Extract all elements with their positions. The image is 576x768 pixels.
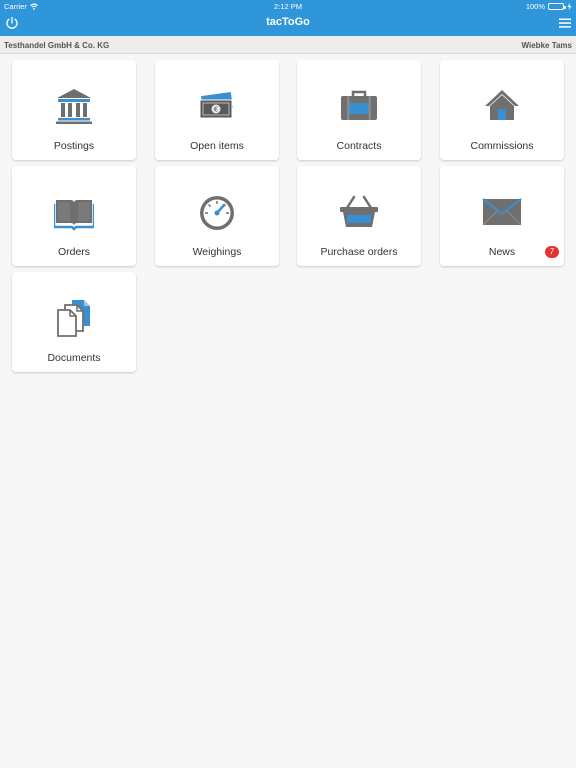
tile-label: Postings [53, 140, 95, 152]
company-name: Testhandel GmbH & Co. KG [4, 41, 110, 50]
tile-purchase-orders[interactable]: Purchase orders [297, 166, 421, 266]
money-icon: € [199, 91, 233, 119]
documents-icon [57, 300, 90, 337]
app-title: tacToGo [266, 16, 310, 28]
svg-text:€: € [214, 106, 218, 114]
status-time: 2:12 PM [274, 2, 302, 11]
tile-label: Contracts [336, 140, 382, 152]
charging-icon [567, 3, 572, 10]
battery-status: 100% [526, 2, 572, 11]
tile-label: Commissions [470, 140, 534, 152]
tile-weighings[interactable]: Weighings [155, 166, 279, 266]
top-bar: Carrier 2:12 PM 100% tacToGo [0, 0, 576, 36]
tile-contracts[interactable]: Contracts [297, 60, 421, 160]
account-bar: Testhandel GmbH & Co. KG Wiebke Tams [0, 36, 576, 54]
tile-commissions[interactable]: Commissions [440, 60, 564, 160]
tile-label: Open items [190, 140, 244, 152]
tile-orders[interactable]: Orders [12, 166, 136, 266]
tile-label: Documents [47, 352, 101, 364]
battery-percent: 100% [525, 2, 545, 11]
briefcase-icon [341, 90, 377, 120]
battery-icon [548, 3, 566, 10]
book-icon [54, 200, 94, 231]
news-count-badge: 7 [545, 246, 559, 258]
tile-label: Orders [57, 246, 91, 258]
envelope-icon [482, 198, 522, 226]
house-icon [485, 90, 519, 120]
gauge-icon [200, 196, 234, 230]
tile-documents[interactable]: Documents [12, 272, 136, 372]
basket-icon [340, 195, 378, 227]
tile-label: Weighings [192, 246, 242, 258]
tile-postings[interactable]: Postings [12, 60, 136, 160]
user-name: Wiebke Tams [521, 41, 572, 50]
tile-open-items[interactable]: € Open items [155, 60, 279, 160]
hamburger-menu-icon[interactable] [558, 16, 572, 30]
tile-label: Purchase orders [320, 246, 398, 258]
tile-news[interactable]: News 7 [440, 166, 564, 266]
bank-icon [56, 89, 92, 124]
status-bar: Carrier 2:12 PM 100% [0, 0, 576, 12]
navigation-bar: tacToGo [0, 12, 576, 36]
